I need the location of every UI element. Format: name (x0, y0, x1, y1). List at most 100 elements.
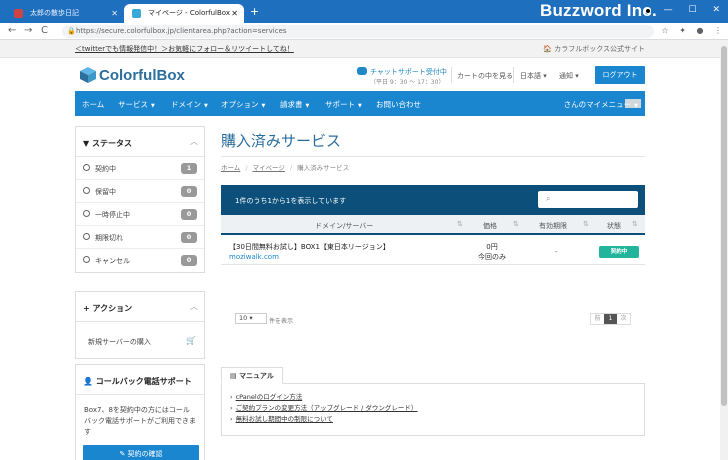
column-header-due[interactable]: 有効期限 (539, 221, 567, 231)
browser-tab-1[interactable]: 太郎の散歩日記 ✕ (6, 4, 124, 23)
radio-icon (83, 210, 90, 217)
language-menu[interactable]: 日本語 ▾ (520, 71, 547, 81)
nav-options[interactable]: オプション ▼ (221, 99, 265, 110)
nav-home[interactable]: ホーム (82, 99, 107, 110)
manual-link[interactable]: › ご契約プランの変更方法（アップグレード / ダウングレード） (230, 403, 636, 414)
pager-prev[interactable]: 前 (591, 314, 604, 324)
back-icon[interactable]: ← (8, 25, 16, 36)
breadcrumb: ホーム / マイページ / 購入済みサービス (221, 162, 349, 172)
column-header-price[interactable]: 価格 (483, 221, 497, 231)
status-item-active[interactable]: 契約中 1 (76, 157, 204, 180)
extensions-icon[interactable]: ✦ (679, 26, 686, 35)
minimize-icon[interactable]: — (664, 5, 673, 15)
status-item-expired[interactable]: 期限切れ 0 (76, 226, 204, 249)
pager-page-1[interactable]: 1 (604, 314, 617, 324)
callback-panel-title: 👤 コールバック電話サポート (83, 376, 192, 387)
profile-icon[interactable]: ● (696, 26, 703, 35)
radio-icon (83, 187, 90, 194)
status-item-cancelled[interactable]: キャンセル 0 (76, 249, 204, 272)
manual-tab[interactable]: ▤ マニュアル (221, 367, 283, 384)
status-count-badge: 1 (181, 163, 197, 174)
collapse-icon[interactable]: ︿ (190, 301, 198, 312)
pager-next[interactable]: 次 (617, 314, 630, 324)
nav-label: サービス (118, 100, 148, 109)
column-header-status[interactable]: 状態 (607, 221, 621, 231)
nav-contact[interactable]: お問い合わせ (376, 99, 424, 110)
pencil-icon: ✎ (119, 450, 126, 458)
table-info: 1件のうち1から1を表示しています (235, 197, 347, 205)
column-header-domain[interactable]: ドメイン/サーバー (315, 221, 373, 231)
nav-label: 請求書 (280, 100, 303, 109)
close-window-icon[interactable]: ✕ (712, 5, 720, 15)
manual-link-label: 無料お試し期間中の制限について (235, 415, 333, 423)
table-toolbar: 1件のうち1から1を表示しています ⌕ (221, 185, 645, 215)
notifications-label: 通知 (559, 72, 573, 80)
divider (513, 67, 514, 83)
close-tab-icon[interactable]: ✕ (111, 4, 118, 23)
menu-icon[interactable]: ⋮ (714, 26, 722, 35)
check-contract-button[interactable]: ✎ 契約の確認 (83, 445, 199, 460)
status-item-suspended[interactable]: 一時停止中 0 (76, 203, 204, 226)
forward-icon[interactable]: → (24, 25, 32, 36)
window-controls: — ☐ ✕ (651, 5, 720, 15)
table-search-input[interactable]: ⌕ (538, 191, 638, 208)
maximize-icon[interactable]: ☐ (689, 5, 697, 15)
radio-icon (83, 256, 90, 263)
table-row[interactable]: 【30日間無料お試し】BOX1【東日本リージョン】 moziwalk.com 0… (221, 237, 645, 265)
breadcrumb-current: 購入済みサービス (297, 164, 350, 172)
breadcrumb-separator: / (289, 164, 293, 172)
manual-link-label: ご契約プランの変更方法（アップグレード / ダウングレード） (235, 404, 418, 412)
nav-services[interactable]: サービス ▼ (118, 99, 155, 110)
status-count-badge: 0 (181, 232, 197, 243)
star-icon[interactable]: ☆ (662, 26, 669, 35)
new-tab-button[interactable]: + (250, 4, 259, 19)
user-icon: 👤 (83, 377, 93, 386)
status-label: 期限切れ (95, 234, 123, 242)
sort-icon[interactable]: ⇅ (632, 220, 638, 228)
cart-link[interactable]: カートの中を見る (457, 71, 513, 81)
sort-icon[interactable]: ⇅ (513, 220, 519, 228)
nav-domains[interactable]: ドメイン ▼ (171, 99, 208, 110)
breadcrumb-mypage[interactable]: マイページ (253, 164, 285, 172)
twitter-promo-link[interactable]: ＜twitterでも情報発信中！＞お気軽にフォロー＆リツイートしてね！ (75, 44, 294, 54)
notifications-menu[interactable]: 通知 ▾ (559, 71, 579, 81)
radio-icon (83, 164, 90, 171)
logout-button[interactable]: ログアウト (595, 66, 645, 84)
brand-watermark: Buzzword Inc. (540, 1, 657, 20)
nav-support[interactable]: サポート ▼ (325, 99, 362, 110)
site-page: ＜twitterでも情報発信中！＞お気軽にフォロー＆リツイートしてね！ 🏠 カラ… (0, 40, 720, 460)
official-site-link[interactable]: 🏠 カラフルボックス公式サイト (543, 44, 645, 54)
caret-down-icon: ▼ (634, 103, 638, 109)
status-count-badge: 0 (181, 209, 197, 220)
browser-tab-2[interactable]: マイページ - ColorfulBox ✕ (124, 4, 244, 23)
actions-panel-header[interactable]: + アクション ︿ (76, 292, 204, 322)
scrollbar-thumb[interactable] (721, 46, 727, 406)
page-title: 購入済みサービス (221, 132, 342, 150)
chevron-down-icon: ▾ (249, 314, 253, 322)
callback-panel-header[interactable]: 👤 コールバック電話サポート (76, 365, 204, 395)
divider (451, 67, 452, 83)
bullet-icon: › (230, 404, 233, 412)
status-item-pending[interactable]: 保留中 0 (76, 180, 204, 203)
manual-link[interactable]: › 無料お試し期間中の制限について (230, 414, 636, 425)
sort-icon[interactable]: ⇅ (583, 220, 589, 228)
close-tab-icon[interactable]: ✕ (231, 4, 238, 23)
manual-link-label: cPanelのログイン方法 (235, 393, 303, 401)
status-panel-header[interactable]: ▼ ステータス ︿ (76, 127, 204, 157)
url-field[interactable]: 🔒 https://secure.colorfulbox.jp/clientar… (62, 25, 654, 38)
service-product: 【30日間無料お試し】BOX1【東日本リージョン】 (229, 243, 390, 251)
collapse-icon[interactable]: ︿ (190, 136, 198, 147)
page-length-select[interactable]: 10 ▾ (235, 313, 267, 324)
breadcrumb-home[interactable]: ホーム (221, 164, 240, 172)
status-panel-title: ▼ ステータス (83, 138, 132, 149)
reload-icon[interactable]: C (41, 25, 48, 36)
address-bar: ← → C 🔒 https://secure.colorfulbox.jp/cl… (0, 23, 728, 40)
status-panel: ▼ ステータス ︿ 契約中 1 保留中 0 一時停止中 0 期限切れ 0 キャン… (75, 126, 205, 273)
language-label: 日本語 (520, 72, 541, 80)
nav-invoices[interactable]: 請求書 ▼ (280, 99, 309, 110)
sort-icon[interactable]: ⇅ (457, 220, 463, 228)
manual-link[interactable]: › cPanelのログイン方法 (230, 392, 636, 403)
user-menu[interactable]: さんのマイメニュー ▼ (564, 99, 638, 110)
new-server-purchase-link[interactable]: 新規サーバーの購入 🛒 (76, 322, 204, 358)
service-domain-link[interactable]: moziwalk.com (229, 253, 279, 261)
